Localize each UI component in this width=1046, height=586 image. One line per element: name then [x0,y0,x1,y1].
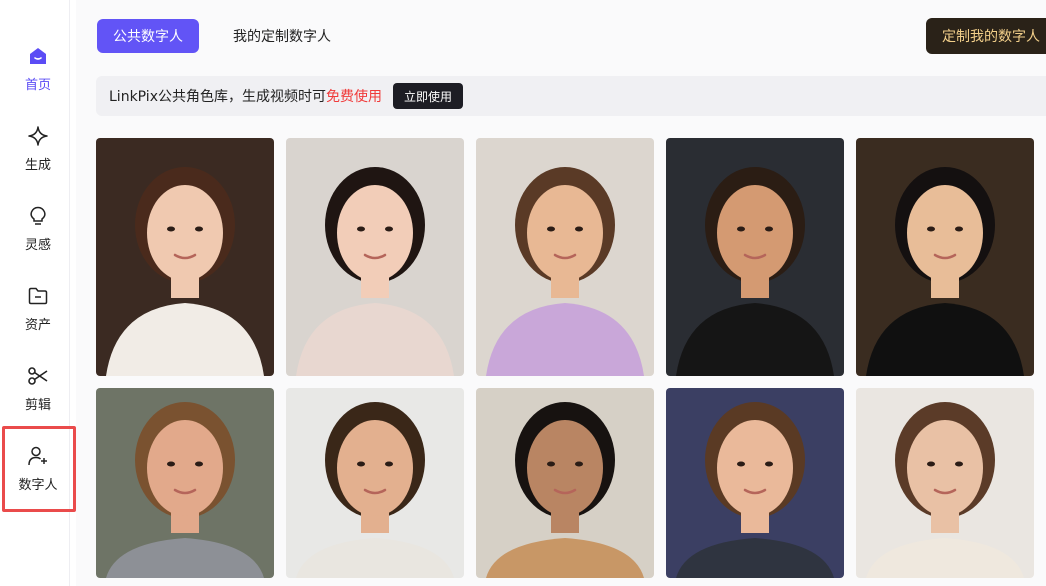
scissors-icon [26,364,50,388]
avatar-portrait [666,388,844,578]
avatar-card[interactable] [666,388,844,578]
sidebar-item-label: 生成 [24,157,51,173]
avatar-card[interactable] [856,138,1034,376]
folder-icon [26,284,50,308]
banner-text: LinkPix公共角色库，生成视频时可 [109,89,326,105]
sidebar-item-assets[interactable]: 资产 [0,270,76,346]
avatar-portrait [666,138,844,376]
avatar-card[interactable] [286,138,464,376]
sidebar-item-label: 首页 [24,77,51,93]
avatar-card[interactable] [96,138,274,376]
avatar-portrait [96,388,274,578]
tab-my-custom-avatars[interactable]: 我的定制数字人 [217,19,347,53]
avatar-portrait [286,138,464,376]
avatar-portrait [476,388,654,578]
sidebar-item-label: 剪辑 [24,397,51,413]
selection-highlight [2,426,76,512]
avatar-card[interactable] [856,388,1034,578]
avatar-card[interactable] [666,138,844,376]
main-panel: 公共数字人 我的定制数字人 定制我的数字人 LinkPix公共角色库，生成视频时… [76,0,1046,586]
lightbulb-icon [26,204,50,228]
avatar-portrait [476,138,654,376]
sidebar-item-edit[interactable]: 剪辑 [0,350,76,426]
sparkle-icon [26,124,50,148]
sidebar-item-generate[interactable]: 生成 [0,110,76,186]
avatar-portrait [856,388,1034,578]
home-icon [26,44,50,68]
avatar-portrait [286,388,464,578]
sidebar-item-label: 灵感 [24,237,51,253]
avatar-card[interactable] [476,138,654,376]
avatar-portrait [856,138,1034,376]
avatar-card[interactable] [476,388,654,578]
tab-public-avatars[interactable]: 公共数字人 [97,19,199,53]
info-banner: LinkPix公共角色库，生成视频时可 免费使用 立即使用 [96,76,1046,116]
tab-bar: 公共数字人 我的定制数字人 [97,19,347,53]
app-window: 首页 生成 灵感 资产 剪辑 数字人 公共数字人 我的定制数字人 定制我的数字人… [0,0,1046,586]
banner-free-text: 免费使用 [325,89,382,105]
customize-avatar-button[interactable]: 定制我的数字人 [926,18,1046,54]
sidebar-item-home[interactable]: 首页 [0,30,76,106]
sidebar-item-inspiration[interactable]: 灵感 [0,190,76,266]
avatar-portrait [96,138,274,376]
sidebar-item-label: 资产 [24,317,51,333]
avatar-card[interactable] [96,388,274,578]
avatar-card[interactable] [286,388,464,578]
use-now-button[interactable]: 立即使用 [392,83,463,109]
